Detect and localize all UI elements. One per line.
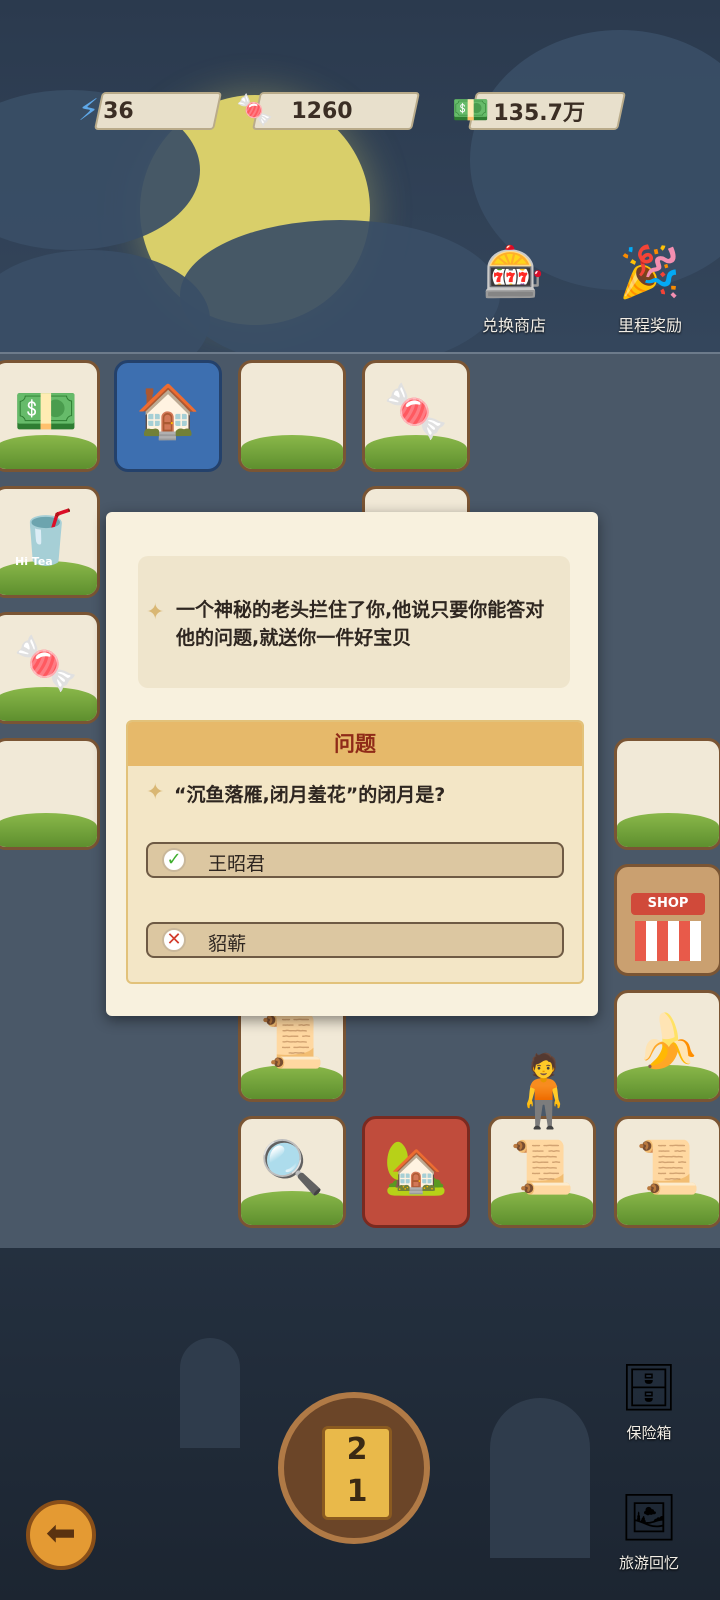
milestone-reward-label: 里程奖励 xyxy=(617,316,682,335)
story-box: ✦ 一个神秘的老头拦住了你,他说只要你能答对他的问题,就送你一件好宝贝 xyxy=(138,556,570,688)
option-label: 王昭君 xyxy=(208,853,266,875)
candy-icon: 🍬 xyxy=(383,382,449,442)
scroll-icon: 📜 xyxy=(259,1012,325,1072)
cash-stack-icon: 💵 xyxy=(452,93,490,128)
milestone-reward-button[interactable]: 🎉 里程奖励 xyxy=(600,232,700,336)
option-correct-button[interactable]: ✓ 王昭君 xyxy=(146,842,564,878)
dice-icon: 2 1 xyxy=(322,1426,392,1520)
tombstone xyxy=(180,1338,240,1448)
exchange-shop-label: 兑换商店 xyxy=(481,316,546,335)
house-icon: 🏠 xyxy=(135,382,201,442)
tombstone xyxy=(490,1398,590,1558)
tile-magnifier[interactable]: 🔍 xyxy=(238,1116,346,1228)
question-title: 问题 xyxy=(128,722,582,766)
check-icon: ✓ xyxy=(162,848,186,872)
banana-icon: 🍌 xyxy=(635,1012,701,1072)
magnifier-icon: 🔍 xyxy=(259,1138,325,1198)
story-text: 一个神秘的老头拦住了你,他说只要你能答对他的问题,就送你一件好宝贝 xyxy=(176,599,545,649)
candy-icon: 🍬 xyxy=(13,634,79,694)
dice-bottom-face: 1 xyxy=(346,1474,368,1509)
player-character: 🧍 xyxy=(500,1050,588,1132)
safe-label: 保险箱 xyxy=(626,1424,672,1442)
tile-cash[interactable]: 💵 xyxy=(0,360,100,472)
cottage-icon: 🏡 xyxy=(383,1138,449,1198)
lightning-icon: ⚡ xyxy=(78,93,100,128)
travel-memory-button[interactable]: 🖼 旅游回忆 xyxy=(604,1482,694,1573)
tile-empty[interactable] xyxy=(0,738,100,850)
back-button[interactable]: ⬅ xyxy=(26,1500,96,1570)
option-label: 貂蕲 xyxy=(208,933,247,955)
sparkle-icon: ✦ xyxy=(146,780,165,805)
cash-value: 135.7万 xyxy=(493,101,585,126)
shop-awning xyxy=(635,921,701,961)
tile-shop[interactable]: SHOP xyxy=(614,864,720,976)
photo-frame-icon: 🖼 xyxy=(619,1490,679,1544)
party-popper-icon: 🎉 xyxy=(618,243,682,301)
shop-sign: SHOP xyxy=(631,893,705,915)
candy-value: 1260 xyxy=(291,98,353,124)
option-wrong-button[interactable]: ✕ 貂蕲 xyxy=(146,922,564,958)
tile-banana[interactable]: 🍌 xyxy=(614,990,720,1102)
quiz-dialog: ✦ 一个神秘的老头拦住了你,他说只要你能答对他的问题,就送你一件好宝贝 问题 ✦… xyxy=(106,512,598,1016)
tile-cottage[interactable]: 🏡 xyxy=(362,1116,470,1228)
safe-icon: 🗄 xyxy=(619,1360,679,1414)
safe-button[interactable]: 🗄 保险箱 xyxy=(604,1352,694,1443)
scroll-icon: 📜 xyxy=(635,1138,701,1198)
tea-label: Hi Tea xyxy=(15,555,53,568)
tile-scroll[interactable]: 📜 xyxy=(614,1116,720,1228)
game-scene: ⚡ 36 🍬 1260 💵 135.7万 🎰 兑换商店 🎉 里程奖励 💵 🏠 🍬… xyxy=(0,0,720,1600)
energy-counter[interactable]: ⚡ 36 xyxy=(78,88,223,134)
scroll-icon: 📜 xyxy=(509,1138,575,1198)
question-box: 问题 ✦ “沉鱼落雁,闭月羞花”的闭月是? ✓ 王昭君 ✕ 貂蕲 xyxy=(126,720,584,984)
exchange-shop-button[interactable]: 🎰 兑换商店 xyxy=(464,232,564,336)
cross-icon: ✕ xyxy=(162,928,186,952)
energy-value: 36 xyxy=(103,98,134,124)
candy-icon: 🍬 xyxy=(236,93,274,128)
dice-top-face: 2 xyxy=(346,1432,368,1467)
arrow-left-icon: ⬅ xyxy=(45,1513,77,1554)
gumball-machine-icon: 🎰 xyxy=(482,243,546,301)
question-text: “沉鱼落雁,闭月羞花”的闭月是? xyxy=(174,784,446,806)
candy-counter[interactable]: 🍬 1260 xyxy=(236,88,421,134)
tile-empty[interactable] xyxy=(614,738,720,850)
tile-house[interactable]: 🏠 xyxy=(114,360,222,472)
travel-memory-label: 旅游回忆 xyxy=(618,1554,679,1572)
tile-candy[interactable]: 🍬 xyxy=(0,612,100,724)
tile-bubble-tea[interactable]: 🥤 Hi Tea xyxy=(0,486,100,598)
sparkle-icon: ✦ xyxy=(146,600,165,625)
roll-dice-button[interactable]: 2 1 xyxy=(278,1392,430,1544)
cash-counter[interactable]: 💵 135.7万 xyxy=(452,88,627,134)
tile-candy[interactable]: 🍬 xyxy=(362,360,470,472)
cash-stack-icon: 💵 xyxy=(13,382,79,442)
tile-empty[interactable] xyxy=(238,360,346,472)
